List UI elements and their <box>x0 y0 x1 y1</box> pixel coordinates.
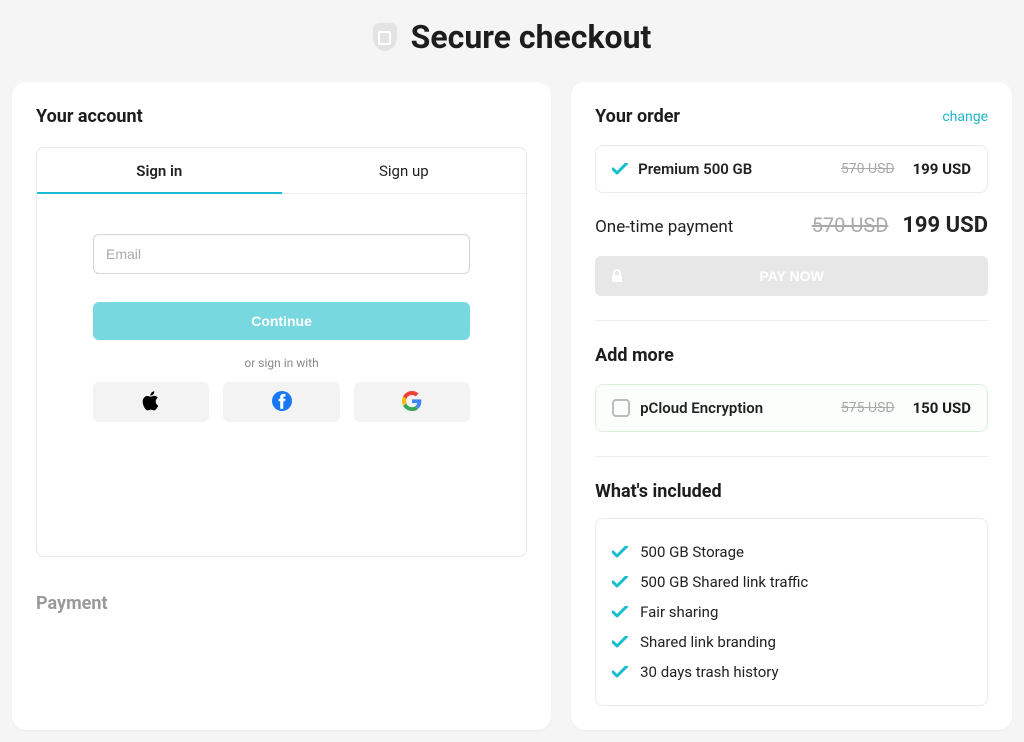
divider <box>595 456 988 457</box>
order-card: Your order change Premium 500 GB 570 USD… <box>571 82 1012 730</box>
lock-icon <box>611 269 623 283</box>
order-total-label: One-time payment <box>595 217 733 237</box>
included-item-text: Shared link branding <box>640 633 776 651</box>
order-item-premium: Premium 500 GB 570 USD 199 USD <box>595 145 988 193</box>
order-total-new: 199 USD <box>902 213 988 238</box>
order-total-old: 570 USD <box>812 213 889 237</box>
included-item-text: 500 GB Shared link traffic <box>640 573 808 591</box>
order-total-row: One-time payment 570 USD 199 USD <box>595 213 988 238</box>
order-item-label: Premium 500 GB <box>638 160 831 178</box>
account-card: Your account Sign in Sign up Continue or… <box>12 82 551 730</box>
check-icon <box>612 546 628 558</box>
sso-apple-button[interactable] <box>93 382 209 422</box>
included-list: 500 GB Storage 500 GB Shared link traffi… <box>595 518 988 706</box>
order-title: Your order <box>595 106 680 127</box>
addon-new-price: 150 USD <box>913 399 971 417</box>
list-item: 30 days trash history <box>612 657 971 687</box>
payment-section-heading: Payment <box>36 593 527 614</box>
facebook-icon <box>272 391 292 414</box>
addon-encryption[interactable]: pCloud Encryption 575 USD 150 USD <box>595 384 988 432</box>
change-order-link[interactable]: change <box>942 109 988 125</box>
addon-old-price: 575 USD <box>841 400 895 416</box>
tab-signup[interactable]: Sign up <box>282 148 527 194</box>
addmore-title: Add more <box>595 345 988 366</box>
sso-google-button[interactable] <box>354 382 470 422</box>
check-icon <box>612 606 628 618</box>
google-icon <box>402 391 422 414</box>
list-item: Fair sharing <box>612 597 971 627</box>
included-item-text: Fair sharing <box>640 603 718 621</box>
addon-checkbox[interactable] <box>612 399 630 417</box>
email-field[interactable] <box>93 234 470 274</box>
order-item-old-price: 570 USD <box>841 161 895 177</box>
order-item-new-price: 199 USD <box>913 160 971 178</box>
check-icon <box>612 636 628 648</box>
auth-tabs: Sign in Sign up <box>37 148 526 194</box>
sso-divider-text: or sign in with <box>93 356 470 370</box>
addon-label: pCloud Encryption <box>640 399 831 417</box>
list-item: 500 GB Storage <box>612 537 971 567</box>
apple-icon <box>141 390 161 415</box>
page-header: Secure checkout <box>12 18 1012 56</box>
check-icon <box>612 163 628 175</box>
included-item-text: 500 GB Storage <box>640 543 744 561</box>
included-title: What's included <box>595 481 988 502</box>
list-item: Shared link branding <box>612 627 971 657</box>
page-title: Secure checkout <box>411 18 652 56</box>
sso-facebook-button[interactable] <box>223 382 339 422</box>
pay-now-label: PAY NOW <box>759 268 823 284</box>
check-icon <box>612 576 628 588</box>
check-icon <box>612 666 628 678</box>
account-title: Your account <box>36 106 527 127</box>
included-item-text: 30 days trash history <box>640 663 779 681</box>
account-form-box: Sign in Sign up Continue or sign in with <box>36 147 527 557</box>
continue-button[interactable]: Continue <box>93 302 470 340</box>
shield-icon <box>373 23 397 51</box>
pay-now-button[interactable]: PAY NOW <box>595 256 988 296</box>
divider <box>595 320 988 321</box>
tab-signin[interactable]: Sign in <box>37 148 282 194</box>
list-item: 500 GB Shared link traffic <box>612 567 971 597</box>
